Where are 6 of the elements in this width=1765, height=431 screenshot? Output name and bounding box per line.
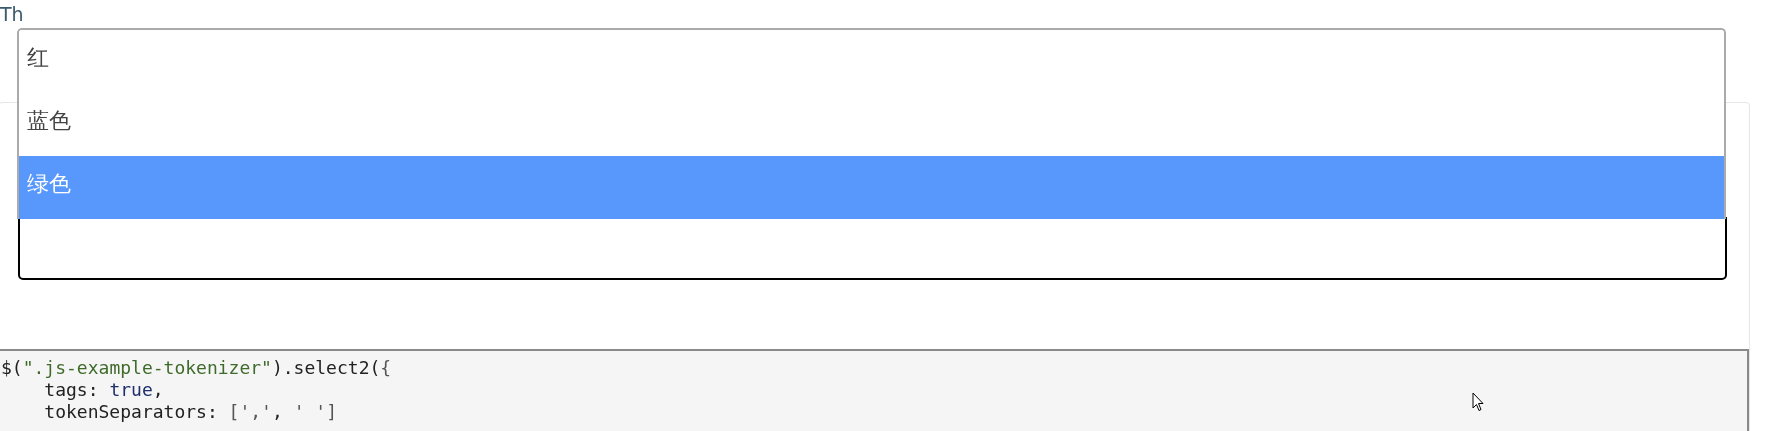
select-field[interactable] — [18, 217, 1727, 280]
code-line: $(".js-example-tokenizer").select2({ — [1, 357, 392, 379]
code-line: tokenSeparators: [',', ' '] — [43, 401, 337, 423]
code-line: tags: true, — [43, 379, 164, 401]
mouse-pointer-icon — [1472, 392, 1484, 412]
intro-text: Th — [0, 2, 24, 26]
